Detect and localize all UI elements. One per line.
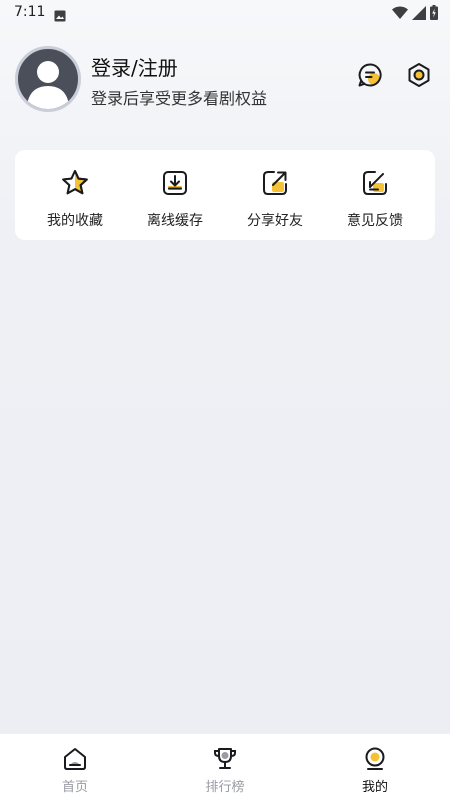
nav-home-label: 首页 — [61, 780, 88, 795]
message-button[interactable] — [355, 62, 385, 92]
nav-mine-label: 我的 — [361, 780, 388, 795]
bottom-nav: 首页 排行榜 我的 — [0, 733, 450, 800]
profile-icon — [362, 746, 388, 772]
image-icon — [54, 7, 66, 26]
home-icon — [62, 746, 88, 772]
offline-cache-button[interactable]: 离线缓存 — [125, 150, 225, 240]
download-icon — [160, 168, 190, 198]
login-subtitle: 登录后享受更多看剧权益 — [91, 89, 268, 108]
signal-icon — [412, 5, 426, 24]
settings-icon — [406, 62, 432, 92]
favorites-label: 我的收藏 — [47, 213, 103, 229]
battery-icon — [430, 5, 438, 24]
share-button[interactable]: 分享好友 — [225, 150, 325, 240]
quick-actions-card: 我的收藏 离线缓存 分享好友 意见反馈 — [15, 150, 435, 240]
nav-ranking-label: 排行榜 — [205, 780, 245, 795]
offline-cache-label: 离线缓存 — [147, 213, 203, 229]
feedback-label: 意见反馈 — [347, 213, 403, 229]
profile-header: 登录/注册 登录后享受更多看剧权益 — [15, 46, 435, 112]
feedback-button[interactable]: 意见反馈 — [325, 150, 425, 240]
message-icon — [357, 62, 383, 92]
share-icon — [260, 168, 290, 198]
nav-mine[interactable]: 我的 — [300, 734, 450, 800]
share-label: 分享好友 — [247, 213, 303, 229]
star-icon — [60, 168, 90, 198]
favorites-button[interactable]: 我的收藏 — [25, 150, 125, 240]
status-bar: 7:11 — [0, 0, 450, 26]
wifi-icon — [392, 5, 408, 24]
nav-home[interactable]: 首页 — [0, 734, 150, 800]
settings-button[interactable] — [404, 62, 434, 92]
status-time: 7:11 — [14, 4, 46, 20]
trophy-icon — [212, 746, 238, 772]
login-register-link[interactable]: 登录/注册 — [91, 52, 178, 81]
feedback-icon — [360, 168, 390, 198]
nav-ranking[interactable]: 排行榜 — [150, 734, 300, 800]
avatar[interactable] — [15, 46, 81, 112]
